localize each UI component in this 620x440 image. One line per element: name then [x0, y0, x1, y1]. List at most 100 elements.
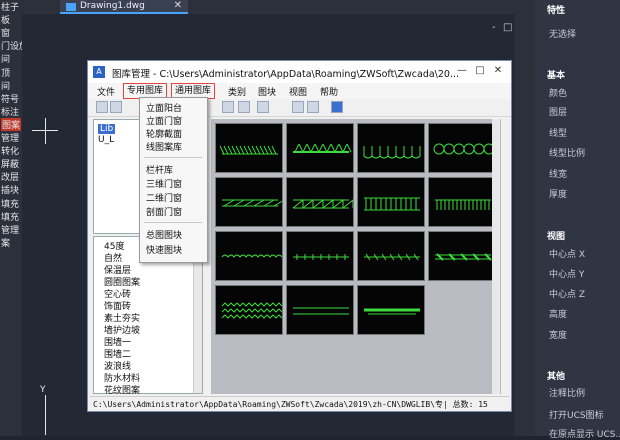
- status-bar: C:\Users\Administrator\AppData\Roaming\Z…: [90, 396, 509, 411]
- tool-palette-item[interactable]: 柱子: [1, 0, 19, 13]
- menu-item-quick-blocks[interactable]: 快速图块: [146, 243, 182, 256]
- pattern-thumbnail[interactable]: [428, 123, 496, 173]
- new-icon[interactable]: [96, 101, 108, 113]
- replace-icon[interactable]: [307, 101, 319, 113]
- pattern-preview: [293, 143, 352, 153]
- minimize-canvas-button[interactable]: -: [492, 22, 496, 33]
- properties-title: 特性: [547, 6, 566, 16]
- pattern-stroke: [253, 199, 265, 207]
- pattern-stroke: [221, 254, 283, 258]
- insert-icon[interactable]: [292, 101, 304, 113]
- search-icon[interactable]: [222, 101, 234, 113]
- pattern-stroke: [267, 145, 273, 155]
- property-label: 图层: [549, 108, 568, 118]
- pattern-thumbnail[interactable]: [428, 231, 496, 281]
- property-label: 颜色: [549, 89, 568, 99]
- tool-palette-item[interactable]: 填充: [1, 197, 19, 210]
- minimize-button[interactable]: —: [454, 64, 470, 78]
- tool-palette-item[interactable]: 图案: [1, 117, 22, 131]
- tool-palette-item[interactable]: 板: [1, 13, 10, 26]
- menu-view[interactable]: 视图: [289, 85, 307, 98]
- pattern-stroke: [227, 145, 233, 155]
- pattern-thumbnail[interactable]: [286, 231, 354, 281]
- dialog-titlebar: A 图库管理 - C:\Users\Administrator\AppData\…: [88, 61, 511, 84]
- menu-separator: [144, 157, 202, 158]
- grid-scrollbar[interactable]: [492, 119, 500, 394]
- pattern-thumbnail[interactable]: [215, 177, 285, 227]
- menu-file[interactable]: 文件: [97, 85, 115, 98]
- status-path: C:\Users\Administrator\AppData\Roaming\Z…: [93, 400, 488, 409]
- pattern-stroke: [326, 143, 332, 153]
- close-button[interactable]: ✕: [490, 64, 506, 78]
- tool-palette-item[interactable]: 顶: [1, 66, 10, 79]
- pattern-stroke: [342, 143, 348, 153]
- view-mode-icon[interactable]: [257, 101, 269, 113]
- tool-palette-item[interactable]: 管理: [1, 223, 19, 236]
- pattern-stroke: [306, 143, 312, 153]
- menu-item-elevation-balcony[interactable]: 立面阳台: [146, 101, 182, 114]
- pattern-thumbnail[interactable]: [357, 231, 425, 281]
- pattern-thumbnail[interactable]: [286, 285, 354, 335]
- pattern-stroke: [221, 302, 283, 307]
- tool-palette-item[interactable]: 转化: [1, 144, 19, 157]
- property-section-header[interactable]: 基本: [547, 68, 565, 81]
- tool-palette-item[interactable]: 间: [1, 52, 10, 65]
- menu-item-elevation-door-window[interactable]: 立面门窗: [146, 114, 182, 127]
- pattern-thumbnail[interactable]: [215, 231, 283, 281]
- tool-palette-item[interactable]: 窗: [1, 26, 10, 39]
- pattern-thumbnail[interactable]: [428, 177, 496, 227]
- tree-item-ul[interactable]: U_L: [98, 135, 114, 145]
- tool-palette-item[interactable]: 填充: [1, 210, 19, 223]
- pattern-thumbnail[interactable]: [357, 285, 425, 335]
- pattern-thumbnail[interactable]: [215, 285, 283, 335]
- pattern-preview: [433, 143, 495, 155]
- pattern-stroke: [263, 199, 275, 207]
- selection-dropdown[interactable]: 无选择: [549, 27, 576, 40]
- pattern-stroke: [334, 143, 340, 153]
- sort-icon[interactable]: [238, 101, 250, 113]
- ucs-y-label: Y: [40, 385, 46, 395]
- list-item[interactable]: 花纹图案: [104, 383, 194, 396]
- tool-palette-item[interactable]: 案: [1, 236, 10, 249]
- property-section-header[interactable]: 视图: [547, 229, 565, 242]
- property-label: 线型: [549, 129, 568, 139]
- pattern-preview: [292, 198, 354, 210]
- property-section-header[interactable]: 其他: [547, 369, 565, 382]
- menu-item-railing-library[interactable]: 栏杆库: [146, 163, 173, 176]
- pattern-thumbnail[interactable]: [286, 177, 354, 227]
- tool-palette-item[interactable]: 屏蔽: [1, 157, 19, 170]
- pattern-preview: [363, 146, 421, 159]
- menu-category[interactable]: 类别: [228, 85, 246, 98]
- tool-palette: 柱子板窗门设施间顶间符号 标注 图案 管理 转化 屏蔽 改层 插块 填充 填充 管理案: [0, 0, 28, 436]
- menu-item-section-door-window[interactable]: 剖面门窗: [146, 205, 182, 218]
- restore-canvas-button[interactable]: □: [503, 22, 512, 33]
- pattern-stroke: [247, 145, 253, 155]
- open-icon[interactable]: [110, 101, 122, 113]
- pattern-stroke: [243, 145, 249, 155]
- maximize-button[interactable]: □: [472, 64, 488, 78]
- tree-item-lib[interactable]: Lib: [98, 124, 116, 134]
- pattern-thumbnail[interactable]: [357, 177, 425, 227]
- menu-help[interactable]: 帮助: [320, 85, 338, 98]
- tool-palette-item[interactable]: 改层: [1, 170, 19, 183]
- menu-item-site-blocks[interactable]: 总图图块: [146, 228, 182, 241]
- menu-item-line-pattern-library[interactable]: 线图案库: [146, 140, 182, 153]
- pattern-thumbnail[interactable]: [286, 123, 354, 173]
- tab-drawing1[interactable]: Drawing1.dwg ✕: [60, 0, 188, 14]
- menu-item-3d-door-window[interactable]: 三维门窗: [146, 177, 182, 190]
- pattern-stroke: [443, 143, 455, 155]
- tool-palette-item[interactable]: 管理: [1, 131, 19, 144]
- pattern-thumbnail[interactable]: [357, 123, 425, 173]
- tool-palette-item[interactable]: 间: [1, 79, 10, 92]
- tool-palette-item[interactable]: 插块: [1, 183, 19, 196]
- help-icon[interactable]: [331, 101, 343, 113]
- menu-item-2d-door-window[interactable]: 二维门窗: [146, 191, 182, 204]
- menu-block[interactable]: 图块: [258, 85, 276, 98]
- tool-palette-item[interactable]: 标注: [1, 105, 19, 118]
- tool-palette-item[interactable]: 符号: [1, 92, 19, 105]
- pattern-preview: [221, 254, 283, 258]
- pattern-stroke: [221, 308, 283, 313]
- close-tab-icon[interactable]: ✕: [174, 0, 182, 11]
- pattern-thumbnail[interactable]: [215, 123, 283, 173]
- menu-item-profile-section[interactable]: 轮廓截面: [146, 127, 182, 140]
